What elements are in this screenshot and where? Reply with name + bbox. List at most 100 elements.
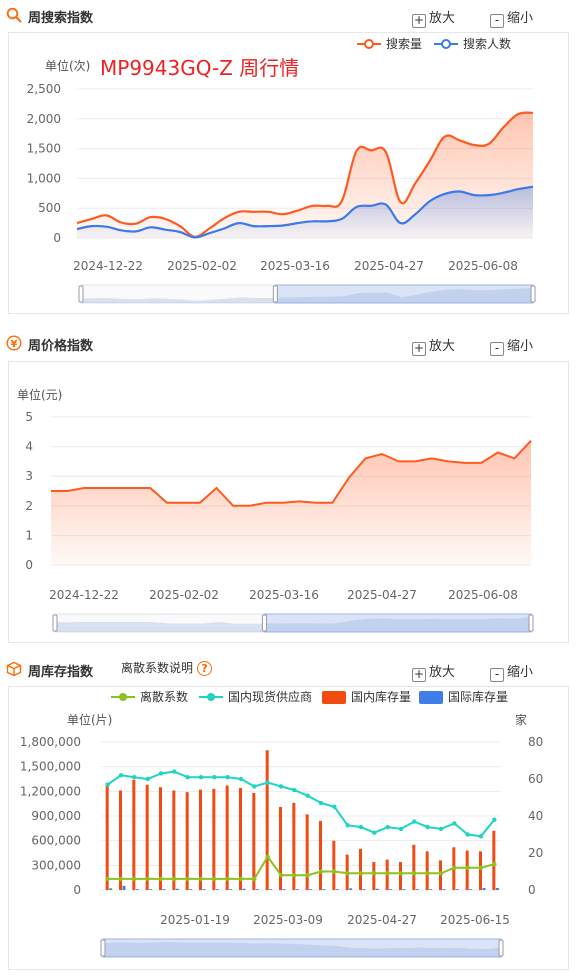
domestic-stock-bar — [305, 814, 309, 890]
y-tick-label: 1,000 — [27, 171, 61, 185]
inventory-zoom-out-button[interactable]: - 缩小 — [490, 661, 533, 682]
intl-stock-bar — [269, 889, 273, 890]
y-tick-label: 0 — [53, 231, 61, 245]
legend-search-volume: 搜索量 — [386, 36, 422, 51]
legend-swatch — [322, 691, 346, 704]
intl-stock-bar — [309, 889, 313, 890]
intl-stock-bar — [482, 887, 486, 890]
magnifier-icon — [6, 7, 22, 23]
domestic-stock-bar — [172, 790, 176, 890]
price-zoom-in-button[interactable]: + 放大 — [412, 335, 456, 356]
price-zoom-out-button[interactable]: - 缩小 — [490, 335, 534, 356]
supplier-count-point — [492, 817, 497, 822]
dispersion-point — [465, 865, 470, 870]
zoom-in-label: 放大 — [429, 339, 456, 354]
zoom-in-label: 放大 — [429, 11, 456, 26]
x-tick-label: 2025-01-19 — [160, 913, 230, 927]
dispersion-point — [385, 871, 390, 876]
dispersion-point — [198, 876, 204, 882]
x-tick-label: 2025-06-08 — [448, 588, 518, 602]
search-zoom-out-button[interactable]: - 缩小 — [490, 7, 534, 28]
inventory-chart: 0 300,000 600,000 900,000 1,200,000 1,500,000… — [20, 689, 543, 958]
search-section-header: 周搜索指数 + 放大 - 缩小 — [0, 1, 576, 31]
intl-stock-bar — [375, 888, 379, 890]
y-right-tick-label: 40 — [528, 809, 543, 823]
slider-handle-left — [78, 285, 84, 303]
intl-stock-bar — [415, 889, 419, 890]
slider-handle-right — [528, 614, 534, 632]
x-tick-label: 2025-02-02 — [167, 259, 237, 273]
domestic-stock-bar — [212, 788, 216, 890]
search-section-title: 周搜索指数 — [28, 11, 94, 26]
dispersion-point — [305, 873, 310, 878]
supplier-count-point — [412, 819, 417, 824]
dispersion-point — [478, 865, 484, 870]
supplier-count-point — [372, 830, 377, 835]
box-icon — [6, 661, 22, 677]
zoom-out-label: 缩小 — [507, 11, 534, 26]
supplier-count-point — [398, 826, 404, 832]
minus-icon: - — [490, 668, 504, 682]
supplier-count-point — [145, 776, 150, 782]
dispersion-point — [398, 871, 404, 876]
x-tick-label: 2024-12-22 — [73, 259, 143, 273]
dispersion-help-link[interactable]: 离散系数说明? — [121, 659, 213, 676]
y-tick-label: 0 — [73, 883, 81, 897]
dispersion-point — [265, 854, 270, 859]
search-zoom-in-button[interactable]: + 放大 — [412, 7, 456, 28]
intl-stock-bar — [202, 889, 206, 890]
price-section-header: ¥ 周价格指数 + 放大 - 缩小 — [0, 329, 576, 359]
x-tick-label: 2025-04-27 — [347, 913, 417, 927]
zoom-in-label: 放大 — [429, 665, 456, 680]
intl-stock-bar — [495, 887, 499, 890]
supplier-count-point — [212, 774, 217, 780]
intl-stock-bar — [455, 889, 459, 890]
y-tick-label: 1 — [25, 528, 33, 542]
supplier-count-point — [158, 771, 164, 776]
supplier-count-point — [452, 821, 457, 826]
intl-stock-bar — [349, 888, 353, 890]
supplier-count-point — [132, 774, 137, 780]
legend-search-users: 搜索人数 — [463, 36, 511, 51]
intl-stock-bar — [282, 889, 286, 890]
y-right-tick-label: 0 — [528, 883, 536, 897]
legend-marker — [364, 39, 374, 49]
y-tick-label: 2,500 — [27, 82, 61, 96]
domestic-stock-bar — [185, 792, 189, 890]
plus-icon: + — [412, 341, 426, 356]
inventory-zoom-in-button[interactable]: + 放大 — [412, 661, 456, 682]
y-tick-label: 5 — [25, 410, 33, 424]
legend-marker — [119, 693, 127, 701]
dispersion-point — [132, 876, 137, 882]
slider-handle-left — [52, 614, 58, 632]
zoom-out-label: 缩小 — [507, 339, 534, 354]
intl-stock-bar — [429, 889, 433, 890]
supplier-count-line — [107, 770, 496, 838]
minus-icon: - — [490, 14, 504, 28]
x-tick-label: 2025-03-16 — [260, 259, 330, 273]
legend-item: 国内现货供应商 — [228, 689, 312, 704]
supplier-count-point — [292, 787, 297, 793]
dispersion-point — [425, 871, 430, 876]
intl-stock-bar — [229, 889, 233, 890]
intl-stock-bar — [242, 888, 246, 890]
y-tick-label: 1,800,000 — [20, 735, 81, 749]
dispersion-point — [145, 876, 150, 882]
supplier-count-point — [252, 784, 257, 789]
plus-icon: + — [412, 667, 426, 682]
y-tick-label: 4 — [25, 440, 33, 454]
domestic-stock-bar — [412, 844, 416, 890]
dispersion-help-label: 离散系数说明 — [121, 661, 194, 675]
supplier-count-point — [438, 826, 444, 832]
domestic-stock-bar — [492, 830, 496, 890]
intl-stock-bar — [189, 889, 193, 890]
dispersion-point — [212, 876, 217, 882]
supplier-count-point — [172, 769, 177, 774]
domestic-stock-bar — [225, 785, 229, 890]
domestic-stock-bar — [159, 787, 162, 890]
domestic-stock-bar — [265, 750, 269, 890]
domestic-stock-bar — [332, 840, 336, 890]
search-chart: 0 500 1,000 1,500 2,000 2,500 单位(次) MP9943GQ-Z … — [27, 36, 536, 304]
intl-stock-bar — [469, 889, 473, 890]
intl-stock-bar — [109, 888, 113, 890]
